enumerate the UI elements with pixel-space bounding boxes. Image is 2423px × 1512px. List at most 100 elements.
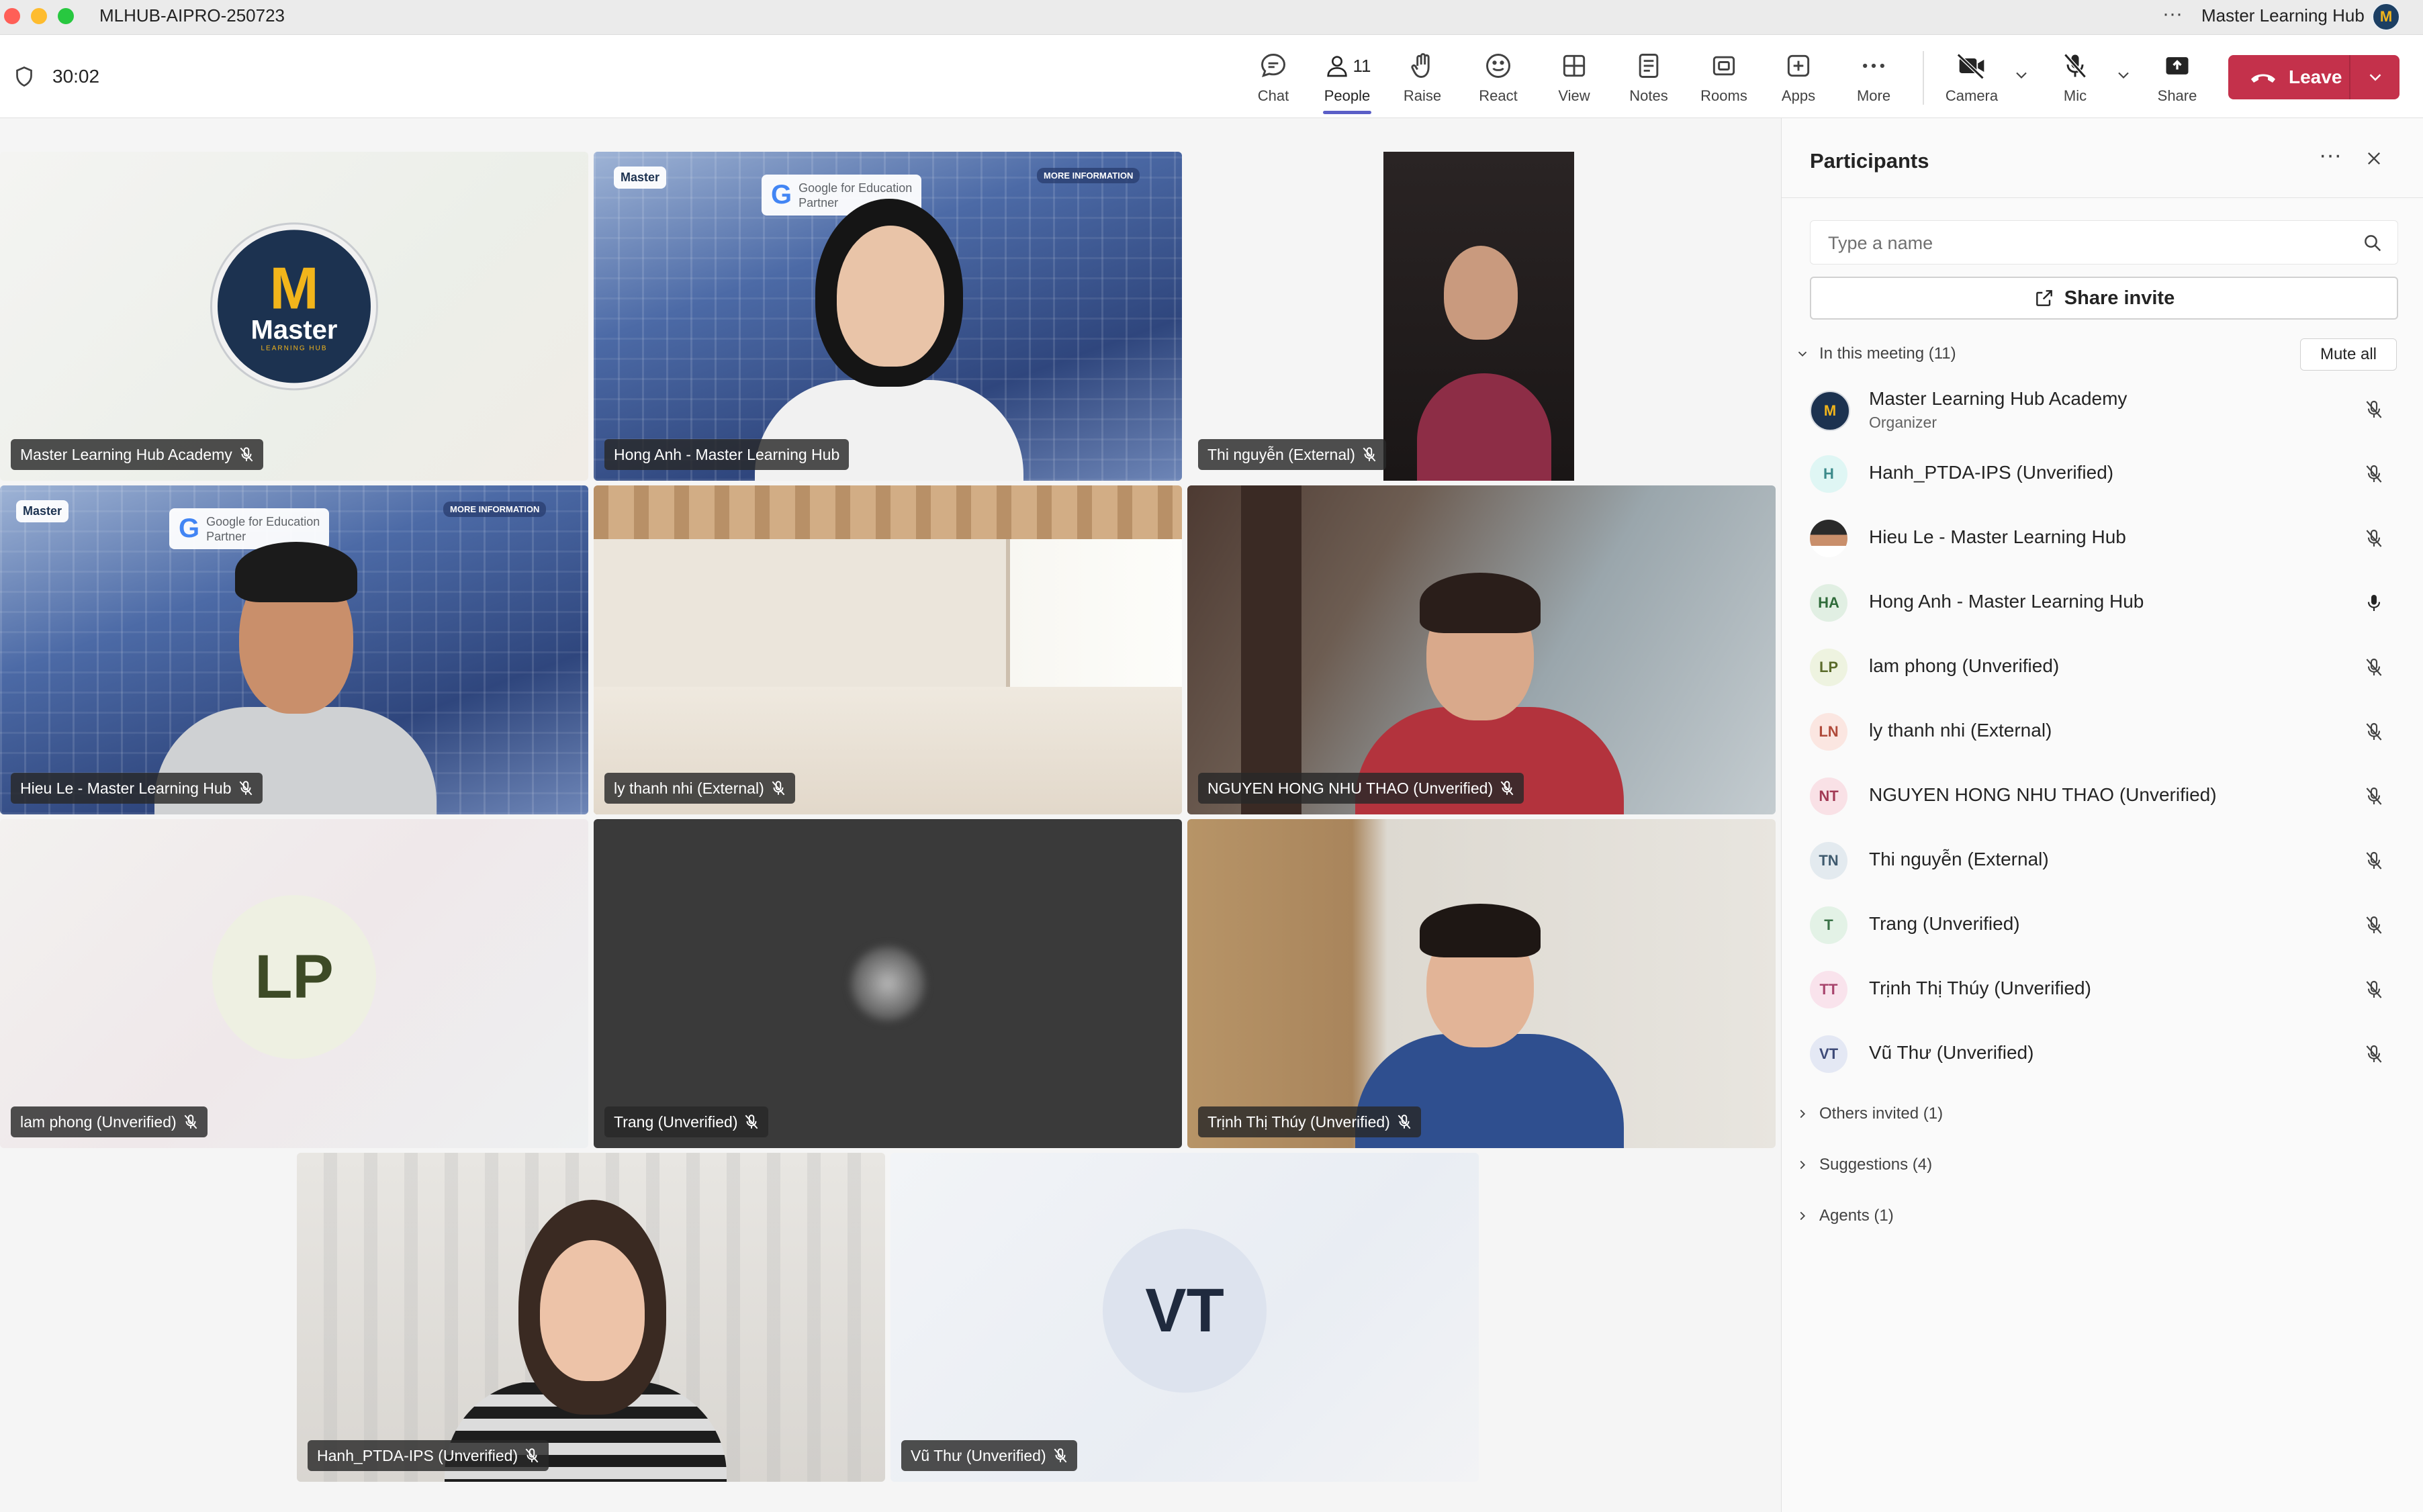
chat-label: Chat	[1257, 87, 1289, 104]
camera-off-icon	[1956, 53, 1984, 80]
panel-more-options-icon[interactable]: ···	[2319, 142, 2342, 169]
participant-name-tag: Trang (Unverified)	[604, 1106, 769, 1137]
camera-button[interactable]: Camera	[1938, 46, 2005, 110]
video-tile-hieu-le[interactable]: Master G Google for Education Partner MOR…	[0, 485, 588, 814]
react-button[interactable]: React	[1465, 46, 1532, 110]
mic-off-icon[interactable]	[2363, 850, 2385, 871]
chevron-right-icon	[1800, 1109, 1806, 1119]
grid-view-icon	[1563, 54, 1586, 77]
minimize-window-button[interactable]	[31, 8, 47, 24]
more-button[interactable]: More	[1840, 46, 1907, 110]
share-invite-label: Share invite	[2064, 287, 2175, 309]
people-count: 11	[1353, 55, 1371, 76]
suggestions-section-toggle[interactable]: Suggestions (4)	[1795, 1148, 1932, 1182]
video-tile-nguyen-hong-nhu-thao[interactable]: NGUYEN HONG NHU THAO (Unverified)	[1187, 485, 1776, 814]
mic-button[interactable]: Mic	[2042, 46, 2109, 110]
mic-off-icon[interactable]	[2363, 721, 2385, 743]
apps-button[interactable]: Apps	[1765, 46, 1832, 110]
camera-options-chevron-icon[interactable]	[2012, 66, 2031, 85]
mic-off-icon	[1500, 781, 1514, 796]
participant-row[interactable]: VT Vũ Thư (Unverified)	[1782, 1023, 2423, 1084]
initials-avatar: VT	[1103, 1229, 1267, 1393]
mic-off-icon[interactable]	[2363, 463, 2385, 485]
share-button[interactable]: Share	[2144, 46, 2211, 110]
mic-off-icon[interactable]	[2363, 979, 2385, 1000]
mic-off-icon[interactable]	[2363, 528, 2385, 549]
people-button[interactable]: 11 People	[1314, 46, 1381, 114]
mic-off-icon	[772, 781, 785, 796]
room-background	[594, 539, 1010, 694]
rooms-label: Rooms	[1700, 87, 1747, 104]
video-tile-lam-phong[interactable]: LP lam phong (Unverified)	[0, 819, 588, 1148]
chat-button[interactable]: Chat	[1240, 46, 1307, 110]
video-tile-ly-thanh-nhi[interactable]: ly thanh nhi (External)	[594, 485, 1182, 814]
participant-row[interactable]: TT Trịnh Thị Thúy (Unverified)	[1782, 959, 2423, 1019]
share-invite-button[interactable]: Share invite	[1810, 277, 2398, 320]
mic-off-icon[interactable]	[2363, 1043, 2385, 1065]
participant-name-tag: Trịnh Thị Thúy (Unverified)	[1198, 1106, 1421, 1137]
video-tile-master-learning-hub-academy[interactable]: M Master LEARNING HUB Master Learning Hu…	[0, 152, 588, 481]
search-icon[interactable]	[2363, 233, 2383, 253]
in-meeting-section-toggle[interactable]: In this meeting (11)	[1795, 337, 1956, 371]
view-button[interactable]: View	[1541, 46, 1608, 110]
participant-row[interactable]: HA Hong Anh - Master Learning Hub	[1782, 572, 2423, 632]
rooms-icon	[1712, 56, 1735, 76]
shield-icon	[16, 66, 32, 87]
video-tile-hanh-ptda-ips[interactable]: Hanh_PTDA-IPS (Unverified)	[297, 1153, 885, 1482]
leave-main-button[interactable]: Leave	[2228, 55, 2349, 99]
mic-off-icon	[1054, 1448, 1067, 1463]
video-tile-thi-nguyen[interactable]: Thi nguyễn (External)	[1187, 152, 1776, 481]
raise-label: Raise	[1403, 87, 1442, 104]
avatar: TN	[1810, 842, 1847, 880]
video-tile-hong-anh[interactable]: Master G Google for Education Partner MOR…	[594, 152, 1182, 481]
mic-off-icon[interactable]	[2363, 786, 2385, 807]
participant-name: Hanh_PTDA-IPS (Unverified)	[1869, 462, 2114, 483]
participant-row[interactable]: TN Thi nguyễn (External)	[1782, 830, 2423, 890]
close-window-button[interactable]	[4, 8, 20, 24]
leave-button[interactable]: Leave	[2228, 55, 2399, 99]
avatar	[1810, 520, 1847, 557]
notes-button[interactable]: Notes	[1615, 46, 1682, 110]
participant-row[interactable]: LN ly thanh nhi (External)	[1782, 701, 2423, 761]
participant-row[interactable]: NT NGUYEN HONG NHU THAO (Unverified)	[1782, 765, 2423, 826]
agents-section-toggle[interactable]: Agents (1)	[1795, 1199, 1894, 1233]
mic-off-icon	[184, 1115, 197, 1129]
video-tile-trang[interactable]: Trang (Unverified)	[594, 819, 1182, 1148]
video-tile-vu-thu[interactable]: VT Vũ Thư (Unverified)	[890, 1153, 1479, 1482]
participant-video	[1383, 152, 1574, 481]
participant-name: Vũ Thư (Unverified)	[1869, 1042, 2034, 1063]
mute-all-button[interactable]: Mute all	[2300, 338, 2397, 371]
participant-row[interactable]: Hieu Le - Master Learning Hub	[1782, 508, 2423, 568]
zoom-window-button[interactable]	[58, 8, 74, 24]
mic-off-icon	[745, 1115, 758, 1129]
mic-options-chevron-icon[interactable]	[2114, 66, 2133, 85]
close-icon[interactable]	[2365, 149, 2383, 168]
mic-off-icon[interactable]	[2363, 914, 2385, 936]
search-input[interactable]	[1827, 228, 2340, 258]
participant-search[interactable]	[1810, 220, 2398, 265]
participant-name: Hong Anh - Master Learning Hub	[1869, 591, 2144, 612]
rooms-button[interactable]: Rooms	[1690, 46, 1757, 110]
mic-off-icon[interactable]	[2363, 399, 2385, 420]
video-tile-trinh-thi-thuy[interactable]: Trịnh Thị Thúy (Unverified)	[1187, 819, 1776, 1148]
leave-options-button[interactable]	[2350, 67, 2399, 87]
blurred-video	[851, 947, 925, 1021]
participant-row[interactable]: H Hanh_PTDA-IPS (Unverified)	[1782, 443, 2423, 504]
participant-row[interactable]: LP lam phong (Unverified)	[1782, 636, 2423, 697]
more-options-icon[interactable]: ···	[2162, 3, 2183, 26]
mic-on-icon[interactable]	[2363, 592, 2385, 614]
share-icon	[2036, 290, 2052, 306]
others-invited-section-toggle[interactable]: Others invited (1)	[1795, 1097, 1943, 1131]
add-app-icon	[1787, 54, 1810, 77]
participant-name: Trịnh Thị Thúy (Unverified)	[1869, 978, 2091, 998]
participant-row[interactable]: M Master Learning Hub Academy Organizer	[1782, 379, 2423, 439]
camera-label: Camera	[1945, 87, 1999, 104]
mic-off-icon[interactable]	[2363, 657, 2385, 678]
raise-hand-button[interactable]: Raise	[1389, 46, 1456, 110]
participant-row[interactable]: T Trang (Unverified)	[1782, 894, 2423, 955]
avatar: TT	[1810, 971, 1847, 1008]
chevron-down-icon	[2369, 74, 2381, 81]
participant-name: lam phong (Unverified)	[1869, 655, 2060, 676]
account-avatar[interactable]: M	[2372, 3, 2400, 31]
participant-name-tag: Thi nguyễn (External)	[1198, 439, 1386, 470]
